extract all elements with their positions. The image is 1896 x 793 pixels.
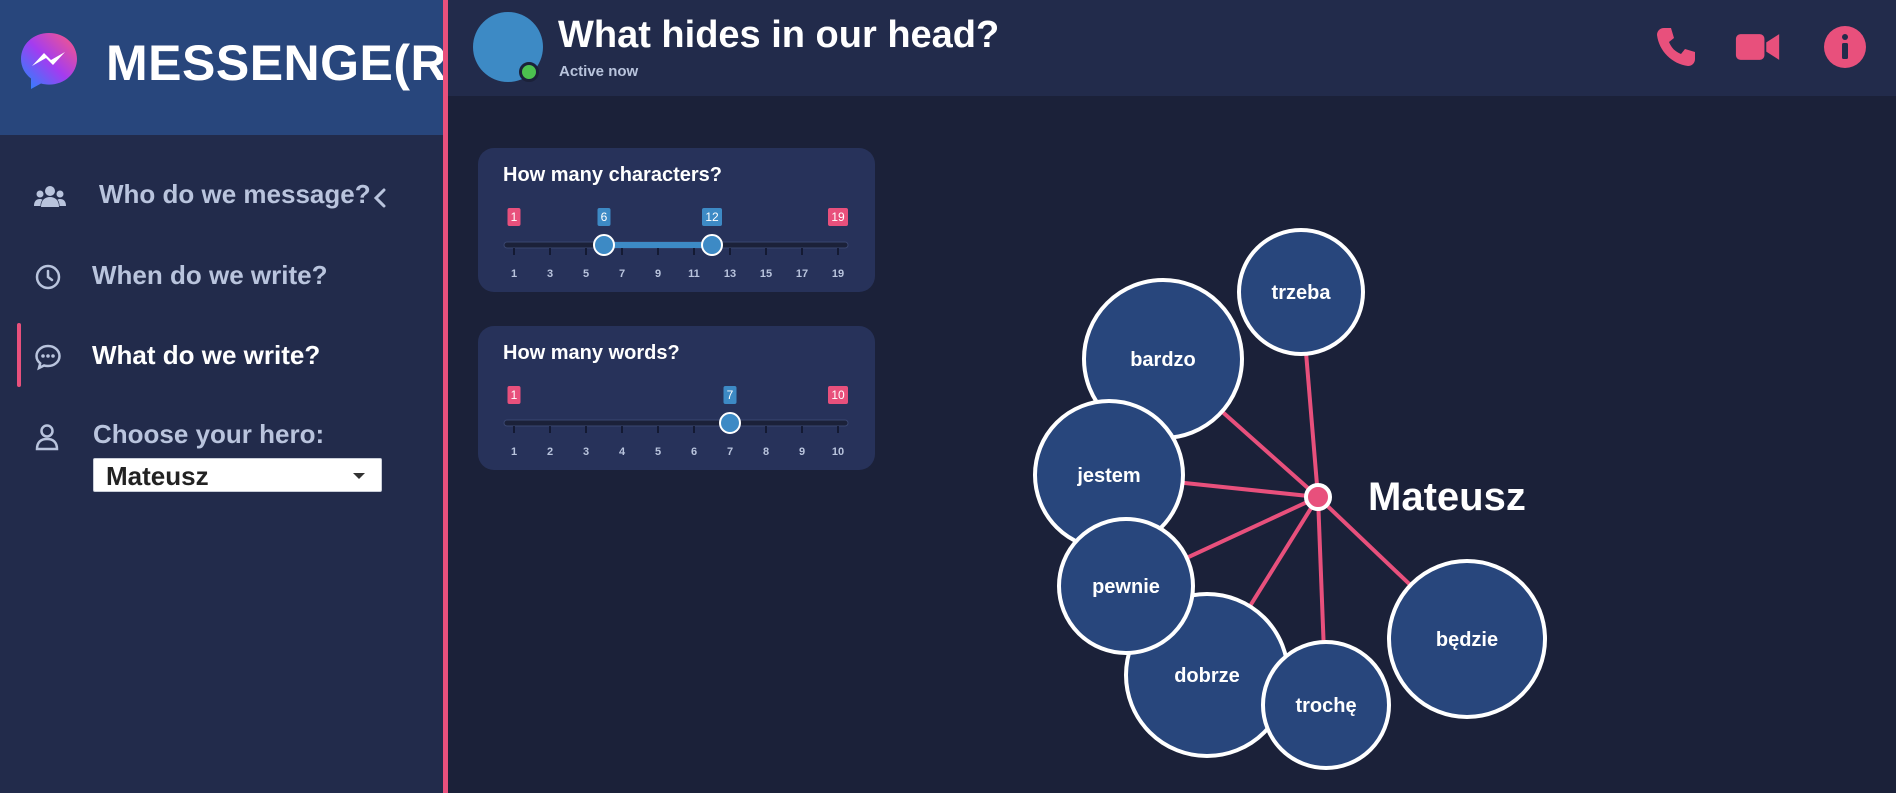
word-node-label: jestem	[1076, 465, 1140, 487]
word-node-label: pewnie	[1092, 576, 1160, 598]
active-indicator	[17, 323, 21, 387]
users-icon	[34, 186, 66, 207]
word-node-label: bardzo	[1130, 349, 1196, 371]
video-icon[interactable]	[1735, 24, 1781, 70]
sidebar-item-what[interactable]: What do we write?	[0, 323, 443, 387]
sidebar-item-label: Who do we message?	[99, 179, 371, 209]
word-network-graph: trzeba bardzo jestem będzie dobrze pewnie troc…	[1033, 228, 1547, 770]
hero-select[interactable]: Mateusz	[93, 458, 382, 492]
sidebar-item-when[interactable]: When do we write?	[0, 243, 443, 307]
brand-header: MESSENGE(R)	[0, 0, 464, 135]
messenger-logo-icon	[21, 33, 77, 89]
word-node-label: dobrze	[1174, 665, 1240, 687]
chat-status: Active now	[559, 63, 639, 80]
sidebar-item-label: What do we write?	[92, 340, 321, 370]
hero-select-value: Mateusz	[106, 461, 209, 491]
user-icon	[35, 424, 59, 451]
sidebar-item-who[interactable]: Who do we message?	[0, 163, 443, 227]
word-node-label: będzie	[1436, 629, 1498, 651]
info-icon[interactable]	[1822, 24, 1868, 70]
sidebar-item-label: Choose your hero:	[93, 419, 325, 449]
dropdown-caret-icon	[353, 473, 365, 479]
phone-icon[interactable]	[1653, 24, 1699, 70]
word-node-label: trochę	[1295, 695, 1356, 717]
sidebar-item-label: When do we write?	[92, 260, 328, 290]
word-node-label: trzeba	[1272, 282, 1332, 304]
chat-bubble-icon	[35, 344, 61, 371]
center-node[interactable]	[1304, 483, 1332, 511]
online-status-dot	[519, 62, 539, 82]
chat-header: What hides in our head? Active now	[448, 0, 1896, 96]
center-node-label: Mateusz	[1368, 475, 1526, 519]
sidebar: MESSENGE(R) Who do we message? When do w…	[0, 0, 464, 793]
clock-icon	[35, 264, 61, 290]
app-title: MESSENGE(R)	[106, 35, 465, 91]
chevron-left-icon[interactable]	[372, 187, 388, 209]
chat-title: What hides in our head?	[558, 14, 1000, 56]
